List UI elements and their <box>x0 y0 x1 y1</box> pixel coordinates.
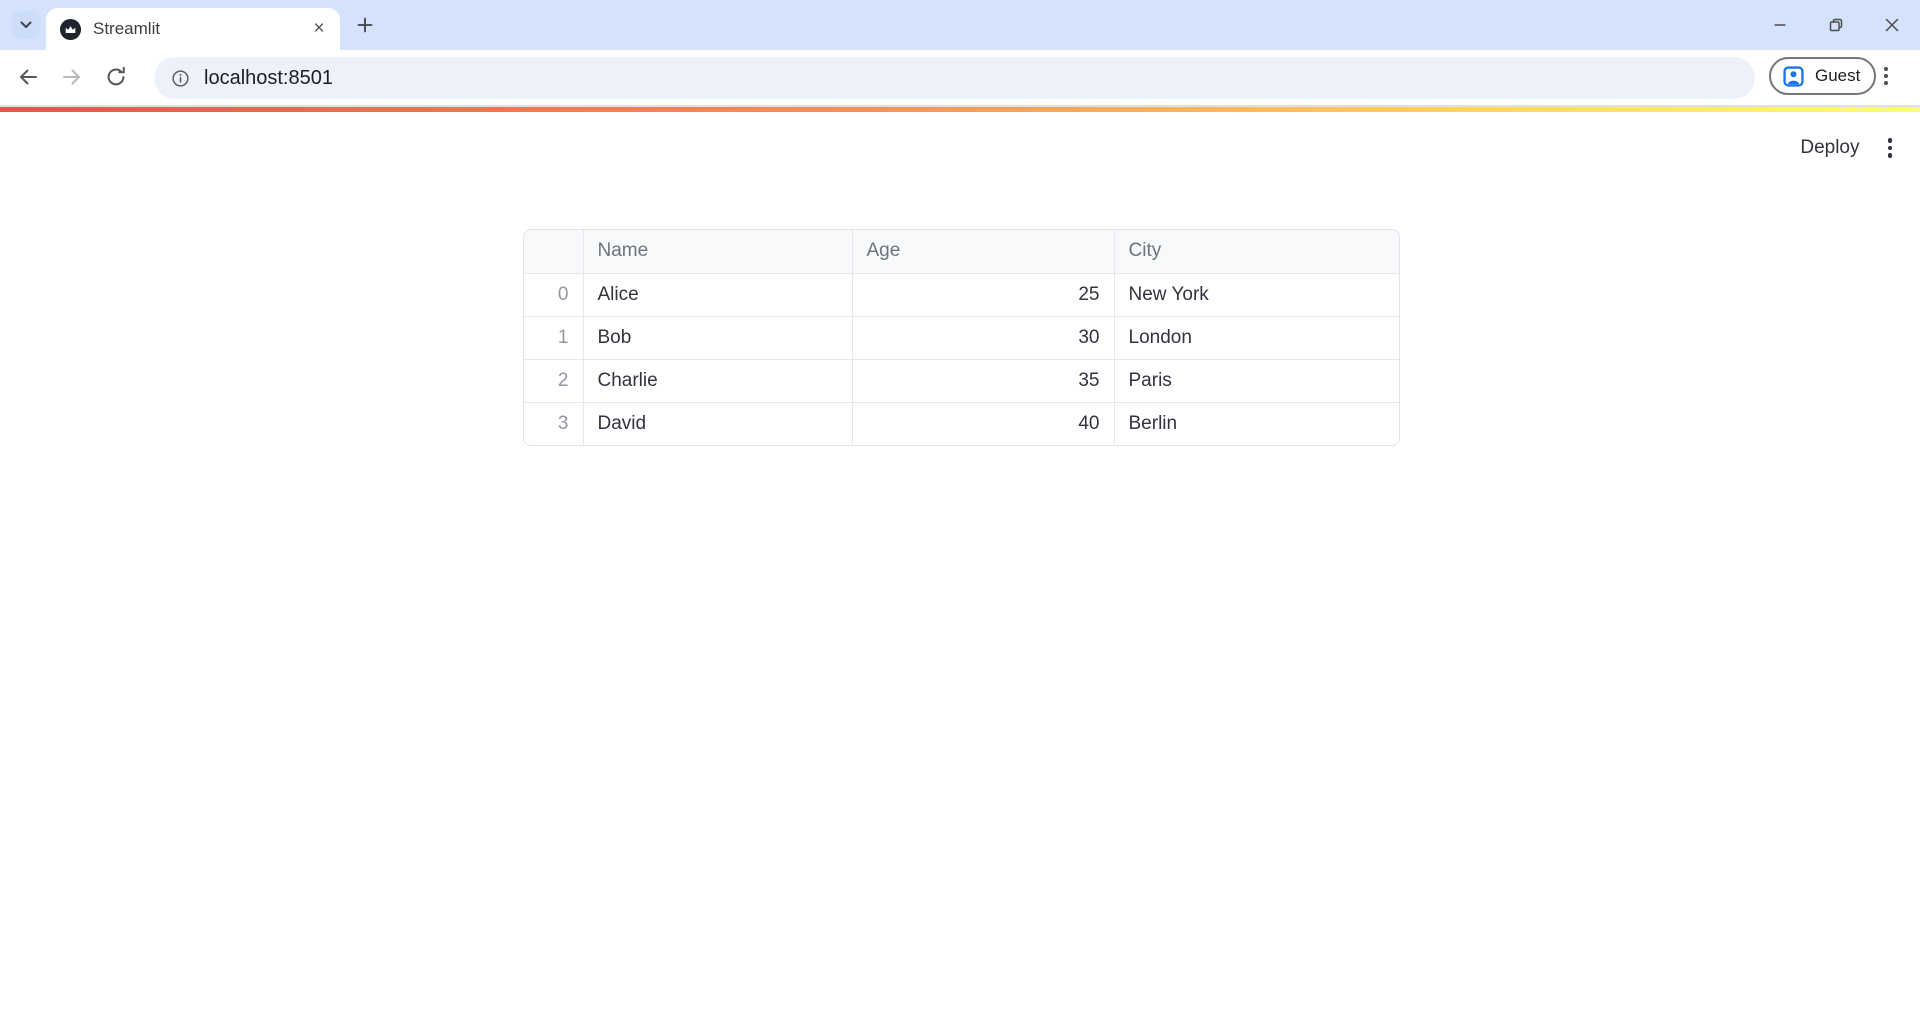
streamlit-header-toolbar: Deploy <box>1800 134 1896 162</box>
cell-city[interactable]: New York <box>1114 273 1399 316</box>
address-bar[interactable]: localhost:8501 <box>154 57 1755 99</box>
cell-city[interactable]: London <box>1114 316 1399 359</box>
data-table: Name Age City 0 Alice 25 New York 1 Bob … <box>524 230 1399 445</box>
dataframe: Name Age City 0 Alice 25 New York 1 Bob … <box>523 229 1400 446</box>
cell-city[interactable]: Berlin <box>1114 402 1399 445</box>
cell-index[interactable]: 2 <box>524 359 583 402</box>
kebab-icon <box>1884 67 1888 71</box>
header-city[interactable]: City <box>1114 230 1399 273</box>
site-info-icon[interactable] <box>170 68 191 89</box>
forward-button[interactable] <box>55 60 89 94</box>
streamlit-page: Deploy Name Age City 0 Alice 25 New <box>0 112 1920 1020</box>
cell-name[interactable]: Alice <box>583 273 852 316</box>
restore-icon <box>1826 15 1846 35</box>
tab-search-button[interactable] <box>12 11 40 39</box>
cell-age[interactable]: 30 <box>852 316 1114 359</box>
chevron-down-icon <box>20 16 32 34</box>
app-menu-button[interactable] <box>1884 134 1897 162</box>
close-window-button[interactable] <box>1864 7 1920 43</box>
back-button[interactable] <box>11 60 45 94</box>
kebab-icon <box>1888 138 1893 143</box>
cell-city[interactable]: Paris <box>1114 359 1399 402</box>
header-row: Name Age City <box>524 230 1399 273</box>
cell-age[interactable]: 40 <box>852 402 1114 445</box>
table-row: 2 Charlie 35 Paris <box>524 359 1399 402</box>
browser-tab-streamlit[interactable]: Streamlit × <box>46 8 340 50</box>
table-row: 0 Alice 25 New York <box>524 273 1399 316</box>
minimize-icon <box>1770 15 1790 35</box>
table-row: 1 Bob 30 London <box>524 316 1399 359</box>
cell-index[interactable]: 0 <box>524 273 583 316</box>
cell-age[interactable]: 35 <box>852 359 1114 402</box>
refresh-icon <box>104 65 128 89</box>
cell-age[interactable]: 25 <box>852 273 1114 316</box>
tab-title: Streamlit <box>93 19 308 39</box>
url-text: localhost:8501 <box>204 67 333 90</box>
guest-avatar-icon <box>1781 64 1806 89</box>
cell-name[interactable]: Charlie <box>583 359 852 402</box>
close-icon <box>1882 15 1902 35</box>
refresh-button[interactable] <box>99 60 133 94</box>
deploy-button[interactable]: Deploy <box>1800 137 1859 159</box>
forward-arrow-icon <box>60 65 84 89</box>
profile-button[interactable]: Guest <box>1769 57 1876 95</box>
table-row: 3 David 40 Berlin <box>524 402 1399 445</box>
profile-label: Guest <box>1815 66 1860 86</box>
minimize-button[interactable] <box>1752 7 1808 43</box>
tab-close-icon[interactable]: × <box>308 18 330 40</box>
header-index[interactable] <box>524 230 583 273</box>
cell-index[interactable]: 3 <box>524 402 583 445</box>
new-tab-button[interactable] <box>351 11 379 39</box>
crown-favicon-icon <box>59 18 82 41</box>
restore-button[interactable] <box>1808 7 1864 43</box>
cell-index[interactable]: 1 <box>524 316 583 359</box>
browser-toolbar: localhost:8501 Guest <box>0 50 1920 105</box>
cell-name[interactable]: David <box>583 402 852 445</box>
header-age[interactable]: Age <box>852 230 1114 273</box>
cell-name[interactable]: Bob <box>583 316 852 359</box>
browser-menu-button[interactable] <box>1884 67 1888 85</box>
header-name[interactable]: Name <box>583 230 852 273</box>
window-controls <box>1752 0 1920 50</box>
back-arrow-icon <box>16 65 40 89</box>
tab-strip: Streamlit × <box>0 0 1920 50</box>
